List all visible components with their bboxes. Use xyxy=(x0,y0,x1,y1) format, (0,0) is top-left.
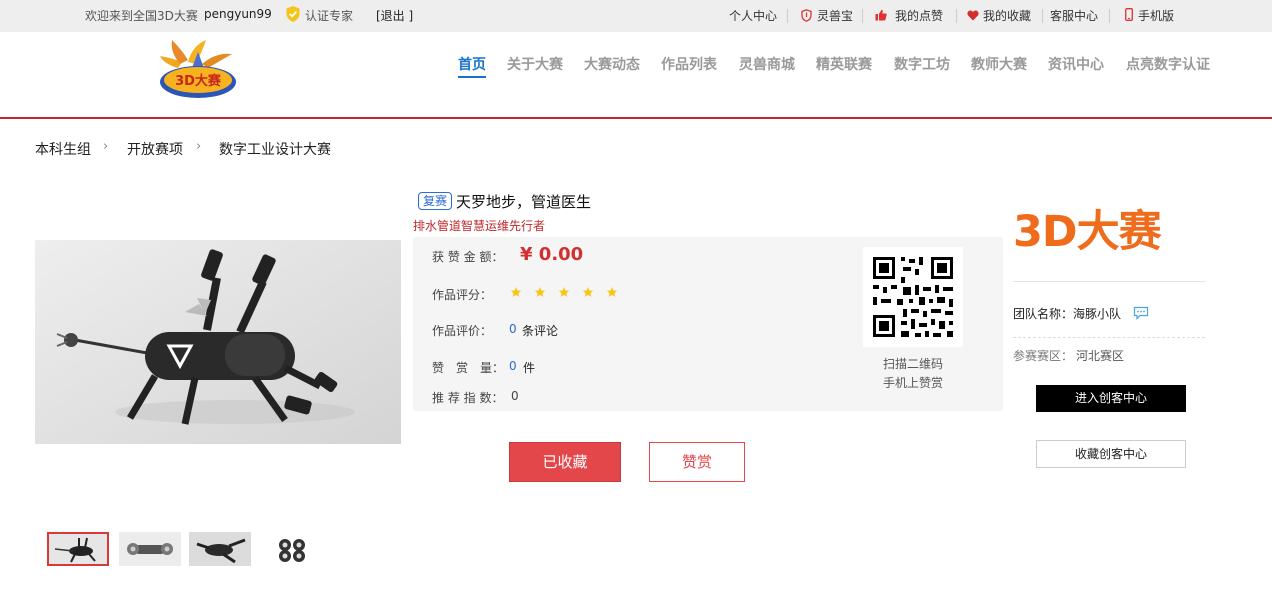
review-label: 作品评价： xyxy=(432,324,493,338)
thumbnail-3[interactable] xyxy=(189,532,251,566)
reward-amount-value: ¥ 0.00 xyxy=(520,244,584,265)
star-rating xyxy=(510,285,625,299)
qr-caption-line2: 手机上赞赏 xyxy=(882,376,943,390)
chevron-right-icon: › xyxy=(196,139,202,154)
main-product-image[interactable] xyxy=(35,240,401,444)
nav-workshop[interactable]: 数字工坊 xyxy=(894,54,950,74)
breadcrumb-item[interactable]: 本科生组 xyxy=(35,139,91,159)
team-name-label: 团队名称： xyxy=(1013,307,1074,321)
nav-home[interactable]: 首页 xyxy=(458,54,486,78)
main-header: 3D大赛 首页 关于大赛 大赛动态 作品列表 灵兽商城 精英联赛 数字工坊 教师… xyxy=(0,32,1272,119)
score-label: 作品评分： xyxy=(432,288,493,302)
site-logo[interactable]: 3D大赛 xyxy=(158,38,238,102)
star-icon xyxy=(582,287,594,297)
enter-maker-center-button[interactable]: 进入创客中心 xyxy=(1036,385,1186,412)
chat-icon[interactable] xyxy=(1133,305,1149,324)
nav-works[interactable]: 作品列表 xyxy=(661,54,717,74)
favorited-button[interactable]: 已收藏 xyxy=(509,442,621,482)
customer-service-link[interactable]: 客服中心 xyxy=(1050,7,1098,24)
review-unit: 条评论 xyxy=(522,324,559,338)
qr-code xyxy=(863,247,963,347)
divider xyxy=(1013,281,1205,282)
nav-league[interactable]: 精英联赛 xyxy=(816,54,872,74)
divider xyxy=(1013,337,1205,338)
status-badge: 复赛 xyxy=(418,192,453,210)
verified-badge-icon xyxy=(285,5,301,26)
work-subtitle: 排水管道智慧运维先行者 xyxy=(413,219,546,233)
mobile-phone-icon xyxy=(1125,8,1133,24)
likes-unit: 件 xyxy=(523,361,536,375)
my-favorites-link[interactable]: 我的收藏 xyxy=(983,7,1031,24)
reward-button[interactable]: 赞赏 xyxy=(649,442,745,482)
star-icon xyxy=(510,287,522,297)
my-likes-link[interactable]: 我的点赞 xyxy=(895,7,943,24)
cert-expert-label: 认证专家 xyxy=(305,9,354,23)
star-icon xyxy=(534,287,546,297)
nav-news[interactable]: 大赛动态 xyxy=(584,54,640,74)
username-link[interactable]: pengyun99 xyxy=(204,7,272,21)
nav-about[interactable]: 关于大赛 xyxy=(507,54,563,74)
qr-caption-line1: 扫描二维码 xyxy=(882,357,943,371)
divider xyxy=(956,9,957,23)
region-value: 河北赛区 xyxy=(1076,349,1125,363)
collect-maker-center-button[interactable]: 收藏创客中心 xyxy=(1036,440,1186,468)
thumbnail-4[interactable] xyxy=(259,532,321,566)
region-label: 参赛赛区： xyxy=(1013,349,1074,363)
nav-teacher[interactable]: 教师大赛 xyxy=(971,54,1027,74)
thumbnail-1[interactable] xyxy=(47,532,109,566)
nav-info[interactable]: 资讯中心 xyxy=(1048,54,1104,74)
team-name-value: 海豚小队 xyxy=(1073,307,1122,321)
logout-link[interactable]: [退出 ] xyxy=(376,7,413,24)
welcome-text: 欢迎来到全国3D大赛 xyxy=(85,9,198,23)
breadcrumb-item[interactable]: 开放赛项 xyxy=(127,139,183,159)
thumbnail-2[interactable] xyxy=(119,532,181,566)
lingshoubao-link[interactable]: 灵兽宝 xyxy=(817,7,853,24)
chevron-right-icon: › xyxy=(103,139,109,154)
work-title: 天罗地步，管道医生 xyxy=(456,193,592,211)
reward-amount-label: 获 赞 金 额： xyxy=(432,250,504,264)
shield-icon xyxy=(801,9,812,25)
top-bar: 欢迎来到全国3D大赛 pengyun99 认证专家 [退出 ] 个人中心 灵兽宝… xyxy=(0,0,1272,32)
brand-logo-text: 3D大赛 xyxy=(1013,207,1162,257)
likes-label: 赞 赏 量： xyxy=(432,361,505,375)
likes-count: 0 xyxy=(509,359,517,373)
divider xyxy=(1109,9,1110,23)
divider xyxy=(1042,9,1043,23)
nav-certification[interactable]: 点亮数字认证 xyxy=(1126,54,1210,74)
svg-text:3D大赛: 3D大赛 xyxy=(175,73,222,89)
brand-logo: 3D大赛 xyxy=(1013,206,1207,258)
recommend-label: 推 荐 指 数： xyxy=(432,391,504,405)
divider xyxy=(862,9,863,23)
heart-icon xyxy=(967,10,979,24)
thumbs-up-icon xyxy=(875,9,887,24)
personal-center-link[interactable]: 个人中心 xyxy=(729,7,777,24)
divider xyxy=(787,9,788,23)
recommend-value: 0 xyxy=(511,389,519,403)
breadcrumb-item[interactable]: 数字工业设计大赛 xyxy=(219,139,331,159)
nav-mall[interactable]: 灵兽商城 xyxy=(739,54,795,74)
star-icon xyxy=(558,287,570,297)
star-icon xyxy=(606,287,618,297)
review-count[interactable]: 0 xyxy=(509,322,517,336)
mobile-version-link[interactable]: 手机版 xyxy=(1138,7,1174,24)
